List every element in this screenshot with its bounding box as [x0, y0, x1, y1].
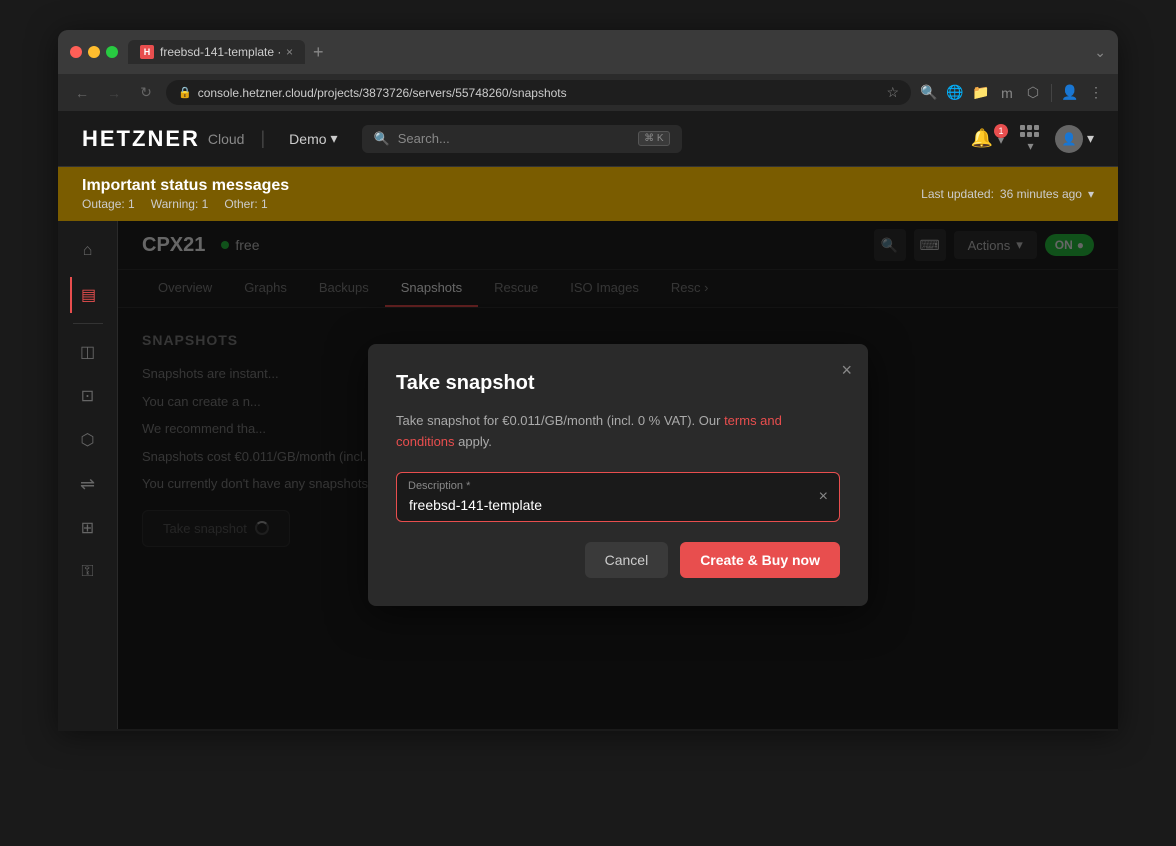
main-layout: ⌂ ▤ ◫ ⊡ ⬡ ⇌ ⊞ ⚿ CPX21 free: [58, 221, 1118, 729]
sidebar: ⌂ ▤ ◫ ⊡ ⬡ ⇌ ⊞ ⚿: [58, 221, 118, 729]
address-bar[interactable]: 🔒 console.hetzner.cloud/projects/3873726…: [166, 80, 911, 105]
reload-button[interactable]: ↻: [134, 81, 158, 105]
browser-addressbar: ← → ↻ 🔒 console.hetzner.cloud/projects/3…: [58, 74, 1118, 111]
extension-2[interactable]: 🌐: [945, 83, 965, 103]
tab-title: freebsd-141-template · Hetzn...: [160, 45, 280, 59]
grid-dot: [1027, 132, 1032, 137]
status-right: Last updated: 36 minutes ago ▾: [921, 187, 1094, 201]
sidebar-item-network[interactable]: ⊡: [70, 378, 106, 414]
browser-window: H freebsd-141-template · Hetzn... × + ⌄ …: [58, 30, 1118, 731]
global-search[interactable]: 🔍 Search... ⌘ K: [362, 125, 682, 153]
user-menu-button[interactable]: 👤 ▾: [1055, 125, 1094, 153]
apps-chevron-icon: ▾: [1027, 139, 1033, 153]
outage-status: Outage: 1: [82, 197, 135, 211]
status-chevron-icon: ▾: [1088, 187, 1094, 201]
logo-cloud-text: Cloud: [208, 131, 245, 147]
traffic-lights: [70, 46, 118, 58]
grid-dot: [1034, 125, 1039, 130]
last-updated-time: 36 minutes ago: [1000, 187, 1082, 201]
project-name: Demo: [289, 131, 326, 147]
content-area: CPX21 free 🔍 ⌨ Actions ▾ ON: [118, 221, 1118, 729]
notification-badge: 1: [994, 124, 1008, 138]
modal-actions: Cancel Create & Buy now: [396, 542, 840, 578]
take-snapshot-modal: × Take snapshot Take snapshot for €0.011…: [368, 344, 868, 607]
modal-close-button[interactable]: ×: [841, 360, 852, 381]
modal-desc-suffix: apply.: [458, 434, 492, 449]
warning-status: Warning: 1: [151, 197, 209, 211]
grid-dot: [1027, 125, 1032, 130]
input-clear-button[interactable]: ×: [819, 488, 828, 506]
sidebar-item-keys[interactable]: ⚿: [70, 554, 106, 590]
new-tab-button[interactable]: +: [309, 42, 328, 63]
tab-favicon: H: [140, 45, 154, 59]
status-banner: Important status messages Outage: 1 Warn…: [58, 167, 1118, 221]
last-updated-label: Last updated:: [921, 187, 994, 201]
tab-bar: H freebsd-141-template · Hetzn... × + ⌄: [128, 40, 1106, 64]
sidebar-item-home[interactable]: ⌂: [70, 233, 106, 269]
modal-desc-prefix: Take snapshot for €0.011/GB/month (incl.…: [396, 413, 720, 428]
modal-title: Take snapshot: [396, 372, 840, 395]
sidebar-item-firewall[interactable]: ⊞: [70, 510, 106, 546]
sidebar-item-volumes[interactable]: ◫: [70, 334, 106, 370]
hetzner-logo: HETZNER Cloud: [82, 126, 244, 152]
search-placeholder: Search...: [398, 131, 450, 146]
cancel-button[interactable]: Cancel: [585, 542, 669, 578]
grid-dot: [1020, 132, 1025, 137]
user-chevron-icon: ▾: [1087, 130, 1094, 147]
toolbar-divider: [1051, 84, 1052, 102]
status-left: Important status messages Outage: 1 Warn…: [82, 177, 289, 211]
url-text: console.hetzner.cloud/projects/3873726/s…: [198, 86, 881, 100]
browser-titlebar: H freebsd-141-template · Hetzn... × + ⌄: [58, 30, 1118, 74]
create-buy-button[interactable]: Create & Buy now: [680, 542, 840, 578]
sidebar-item-load-balancer[interactable]: ⇌: [70, 466, 106, 502]
modal-overlay[interactable]: × Take snapshot Take snapshot for €0.011…: [118, 221, 1118, 729]
sidebar-divider: [73, 323, 103, 324]
sidebar-item-servers[interactable]: ▤: [70, 277, 106, 313]
tab-expand-button[interactable]: ⌄: [1094, 44, 1106, 61]
security-icon: 🔒: [178, 86, 192, 99]
nav-right: 🔔 1 ▾ ▾: [971, 125, 1094, 153]
status-title: Important status messages: [82, 177, 289, 195]
status-details: Outage: 1 Warning: 1 Other: 1: [82, 197, 289, 211]
search-shortcut: ⌘ K: [638, 131, 669, 146]
other-status: Other: 1: [224, 197, 267, 211]
active-tab[interactable]: H freebsd-141-template · Hetzn... ×: [128, 40, 305, 64]
extension-5[interactable]: ⬡: [1023, 83, 1043, 103]
forward-button[interactable]: →: [102, 81, 126, 105]
description-label: Description *: [408, 480, 470, 492]
grid-dot: [1020, 125, 1025, 130]
nav-divider: |: [260, 128, 265, 149]
sidebar-item-floating-ip[interactable]: ⬡: [70, 422, 106, 458]
back-button[interactable]: ←: [70, 81, 94, 105]
project-selector[interactable]: Demo ▾: [281, 126, 345, 151]
notifications-button[interactable]: 🔔 1 ▾: [971, 128, 1004, 149]
grid-dot: [1034, 132, 1039, 137]
project-chevron-icon: ▾: [331, 130, 338, 147]
close-window-button[interactable]: [70, 46, 82, 58]
tab-close-button[interactable]: ×: [286, 45, 293, 59]
apps-grid-button[interactable]: ▾: [1020, 125, 1039, 153]
browser-menu-button[interactable]: ⋮: [1086, 83, 1106, 103]
user-profile-icon[interactable]: 👤: [1060, 83, 1080, 103]
modal-description: Take snapshot for €0.011/GB/month (incl.…: [396, 411, 840, 453]
bookmark-icon[interactable]: ☆: [886, 84, 899, 101]
minimize-window-button[interactable]: [88, 46, 100, 58]
logo-text: HETZNER: [82, 126, 200, 152]
extension-4[interactable]: m: [997, 83, 1017, 103]
description-field-group: Description * ×: [396, 472, 840, 522]
extension-3[interactable]: 📁: [971, 83, 991, 103]
app-content: HETZNER Cloud | Demo ▾ 🔍 Search... ⌘ K 🔔…: [58, 111, 1118, 731]
maximize-window-button[interactable]: [106, 46, 118, 58]
avatar: 👤: [1055, 125, 1083, 153]
extension-1[interactable]: 🔍: [919, 83, 939, 103]
browser-extensions: 🔍 🌐 📁 m ⬡ 👤 ⋮: [919, 83, 1106, 103]
top-nav: HETZNER Cloud | Demo ▾ 🔍 Search... ⌘ K 🔔…: [58, 111, 1118, 167]
search-icon: 🔍: [374, 131, 390, 147]
